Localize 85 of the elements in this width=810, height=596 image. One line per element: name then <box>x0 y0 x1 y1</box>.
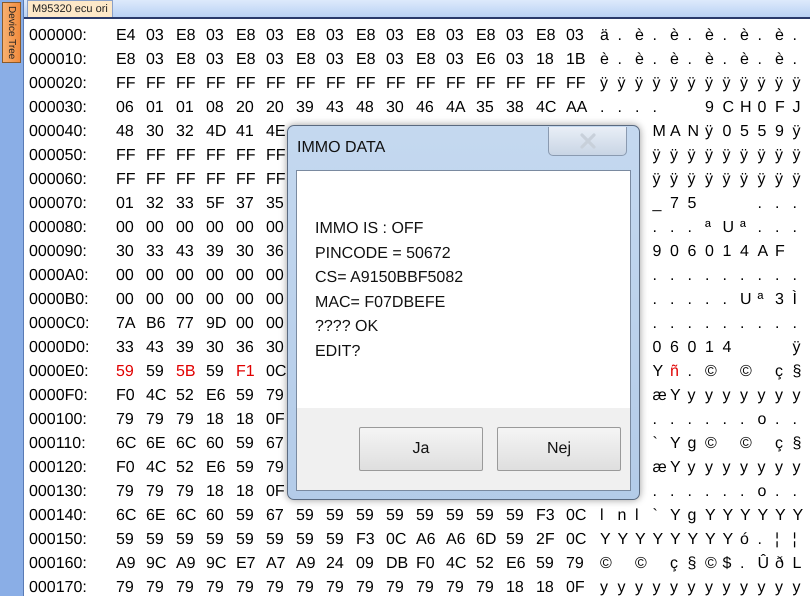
hex-text: 48 30 32 4D 41 4E <box>116 123 287 141</box>
hex-text: E8 03 E8 03 E8 03 E8 03 E8 03 E8 03 E6 03 18 1B <box>116 51 587 69</box>
ascii-text: ÿ ÿ ÿ ÿ ÿ ÿ ÿ ÿ ÿ ÿ ÿ ÿ <box>599 75 802 93</box>
ascii-text: . . . . . . . . . <box>652 315 798 333</box>
ascii-text: . . . . . . . . . <box>652 267 798 285</box>
offset-label: 000170: <box>29 579 88 596</box>
hex-text: 59 59 5B 59 F1 0C <box>116 363 288 381</box>
hex-text: 00 00 00 00 00 00 <box>116 219 285 237</box>
hex-text: 79 79 79 18 18 0F <box>116 483 286 501</box>
hex-text: 00 00 00 00 00 00 <box>116 291 285 309</box>
ascii-text: . . . ª U ª . . . <box>652 219 798 237</box>
dialog-button[interactable]: Ja <box>359 427 483 471</box>
ascii-text: 9 0 6 0 1 4 A F <box>652 243 784 261</box>
ascii-text: æ Y y y y y y y y <box>652 387 802 405</box>
ascii-text: ÿ ÿ ÿ ÿ ÿ ÿ ÿ ÿ ÿ <box>652 147 802 165</box>
ascii-text: 0 6 0 1 4 ÿ <box>652 339 802 357</box>
offset-label: 000010: <box>29 51 88 69</box>
offset-label: 000040: <box>29 123 88 141</box>
offset-label: 000020: <box>29 75 88 93</box>
message-line: IMMO IS : OFF <box>315 219 424 239</box>
ascii-text: _ 7 5 . . . <box>651 195 798 213</box>
offset-label: 000100: <box>29 411 88 429</box>
hex-text: F0 4C 52 E6 59 79 <box>116 387 285 405</box>
offset-label: 0000C0: <box>29 315 90 333</box>
sidebar-tab[interactable]: Device Tree <box>2 2 21 64</box>
hex-text: F0 4C 52 E6 59 79 <box>116 459 285 477</box>
hex-text: 79 79 79 18 18 0F <box>116 411 286 429</box>
hex-text: 6C 6E 6C 60 59 67 59 59 59 59 59 59 59 59 F3 0C <box>116 507 588 525</box>
ascii-text: . . . . . U ª 3 Ì <box>652 291 798 309</box>
offset-label: 000150: <box>29 531 88 549</box>
message-line: MAC= F07DBEFE <box>315 292 446 312</box>
hex-text: A9 9C A9 9C E7 A7 A9 24 09 DB F0 4C 52 E6 59 79 <box>116 555 585 573</box>
dialog-button[interactable]: Nej <box>497 427 621 471</box>
ascii-text: . . . . . . o . . <box>652 411 798 429</box>
hex-text: 30 33 43 39 30 36 <box>116 243 285 261</box>
hex-text: FF FF FF FF FF FF <box>116 147 287 165</box>
hex-text: FF FF FF FF FF FF FF FF FF FF FF FF FF FF FF FF <box>116 75 587 93</box>
hex-text: 01 32 33 5F 37 35 <box>116 195 285 213</box>
ascii-text: ` Y g © © ç § <box>652 435 802 453</box>
hex-text: 00 00 00 00 00 00 <box>116 267 285 285</box>
offset-label: 000070: <box>29 195 88 213</box>
ascii-text: Y Y Y Y Y Y Y Y ó . ¦ ¦ <box>599 531 798 549</box>
offset-label: 0000E0: <box>29 363 90 381</box>
ascii-text: . . . . . . o . . <box>652 483 798 501</box>
message-line: PINCODE = 50672 <box>315 244 452 264</box>
hex-text: 6C 6E 6C 60 59 67 <box>116 435 285 453</box>
offset-label: 000060: <box>29 171 88 189</box>
ascii-text: æ Y y y y y y y y <box>652 459 802 477</box>
ascii-text: l n l ` Y g Y Y Y Y Y Y <box>599 507 802 525</box>
hex-text: 33 43 39 30 36 30 <box>116 339 285 357</box>
offset-label: 000110: <box>29 435 87 453</box>
offset-label: 000130: <box>29 483 88 501</box>
hex-text: 06 01 01 08 20 20 39 43 48 30 46 4A 35 38 4C AA <box>116 99 588 117</box>
offset-label: 0000B0: <box>29 291 90 309</box>
message-line: ???? OK <box>315 317 380 337</box>
offset-label: 000000: <box>29 27 88 45</box>
message-line: CS= A9150BBF5082 <box>315 268 464 288</box>
close-icon <box>578 132 598 148</box>
hex-text: E4 03 E8 03 E8 03 E8 03 E8 03 E8 03 E8 03 E8 03 <box>116 27 585 45</box>
hex-text: 7A B6 77 9D 00 00 <box>116 315 285 333</box>
dialog-title: IMMO DATA <box>296 139 386 157</box>
hex-text: 59 59 59 59 59 59 59 59 F3 0C A6 A6 6D 59 2F 0C <box>116 531 588 549</box>
ascii-text: © © ç § © $ . Û ð L <box>599 555 802 573</box>
hex-text: FF FF FF FF FF FF <box>116 171 287 189</box>
file-tab[interactable]: M95320 ecu ori <box>27 0 113 17</box>
offset-label: 000090: <box>29 243 88 261</box>
offset-label: 000080: <box>29 219 88 237</box>
ascii-text: y y y y y y y y y y y y <box>599 579 802 596</box>
ascii-text: ä . è . è . è . è . è . <box>599 27 798 45</box>
ascii-text: ÿ ÿ ÿ ÿ ÿ ÿ ÿ ÿ ÿ <box>652 171 802 189</box>
offset-label: 000160: <box>29 555 88 573</box>
ascii-text: Y ñ . © © ç § <box>652 363 802 381</box>
offset-label: 000030: <box>29 99 88 117</box>
hex-text: 79 79 79 79 79 79 79 79 79 79 79 79 79 18 18 0F <box>116 579 586 596</box>
message-line: EDIT? <box>315 342 362 362</box>
offset-label: 000120: <box>29 459 88 477</box>
ascii-text: è . è . è . è . è . è . <box>599 51 798 69</box>
ascii-text: . . . . 9 C H 0 F J <box>599 99 802 117</box>
ascii-text: M A N ÿ 0 5 5 9 ÿ <box>652 123 802 141</box>
offset-label: 0000A0: <box>29 267 90 285</box>
close-button[interactable] <box>548 126 627 156</box>
offset-label: 0000F0: <box>29 387 89 405</box>
offset-label: 000050: <box>29 147 88 165</box>
offset-label: 000140: <box>29 507 88 525</box>
offset-label: 0000D0: <box>29 339 90 357</box>
